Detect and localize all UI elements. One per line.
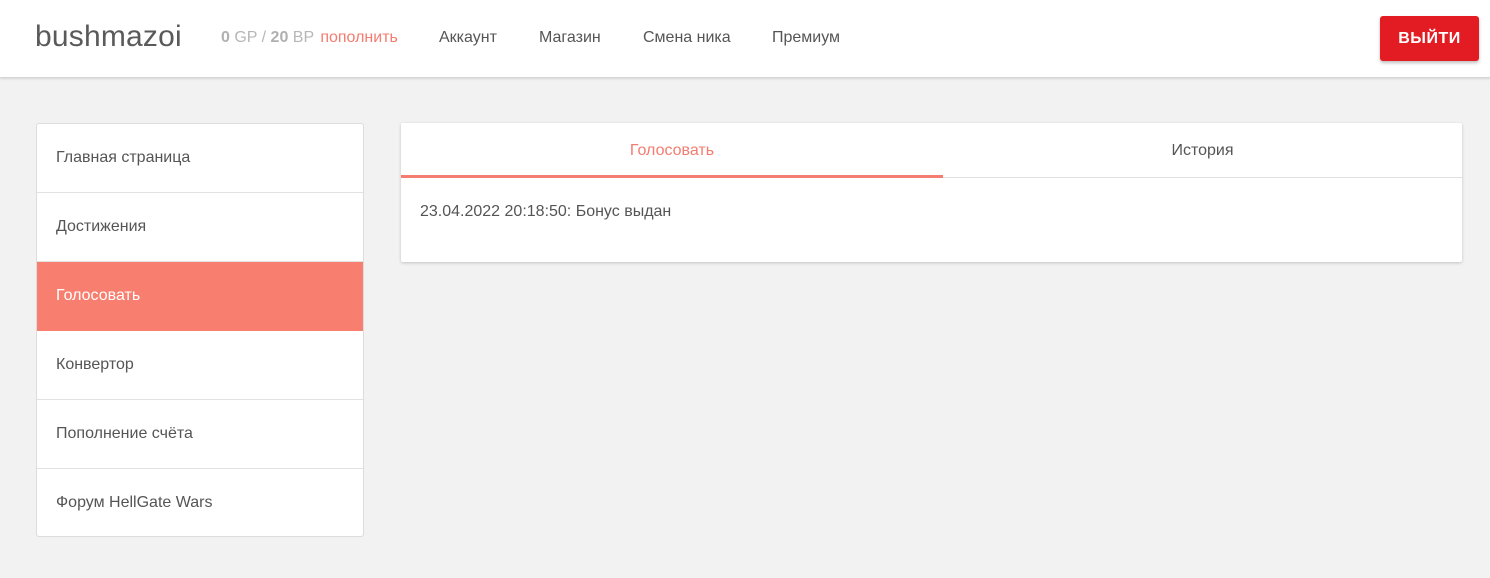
balance: 0 GP / 20 BP пополнить <box>221 29 398 47</box>
sidebar-item-achievements[interactable]: Достижения <box>37 193 363 262</box>
topup-link[interactable]: пополнить <box>320 29 398 46</box>
username: bushmazoi <box>35 20 182 53</box>
active-tab-indicator <box>401 175 943 178</box>
top-bar: bushmazoi 0 GP / 20 BP пополнить Аккаунт… <box>0 0 1490 78</box>
balance-separator: / <box>261 29 267 46</box>
vote-panel: Голосовать История 23.04.2022 20:18:50: … <box>401 123 1462 262</box>
gp-value: 0 <box>221 29 230 46</box>
tab-bar: Голосовать История <box>401 123 1462 178</box>
sidebar-item-topup[interactable]: Пополнение счёта <box>37 400 363 469</box>
bp-unit: BP <box>292 29 314 46</box>
nav-shop[interactable]: Магазин <box>539 29 601 47</box>
sidebar-item-home[interactable]: Главная страница <box>37 124 363 193</box>
logout-button[interactable]: ВЫЙТИ <box>1380 16 1479 61</box>
sidebar-menu: Главная страница Достижения Голосовать К… <box>36 123 364 537</box>
nav-premium[interactable]: Премиум <box>772 29 840 47</box>
bp-value: 20 <box>270 29 289 46</box>
tab-history[interactable]: История <box>943 123 1462 178</box>
gp-unit: GP <box>234 29 258 46</box>
sidebar-item-converter[interactable]: Конвертор <box>37 331 363 400</box>
sidebar-item-forum[interactable]: Форум HellGate Wars <box>37 469 363 536</box>
sidebar-item-vote[interactable]: Голосовать <box>37 262 363 331</box>
nav-account[interactable]: Аккаунт <box>439 29 497 47</box>
tab-vote[interactable]: Голосовать <box>401 123 943 178</box>
nav-change-nick[interactable]: Смена ника <box>643 29 731 47</box>
log-entry: 23.04.2022 20:18:50: Бонус выдан <box>420 203 672 220</box>
